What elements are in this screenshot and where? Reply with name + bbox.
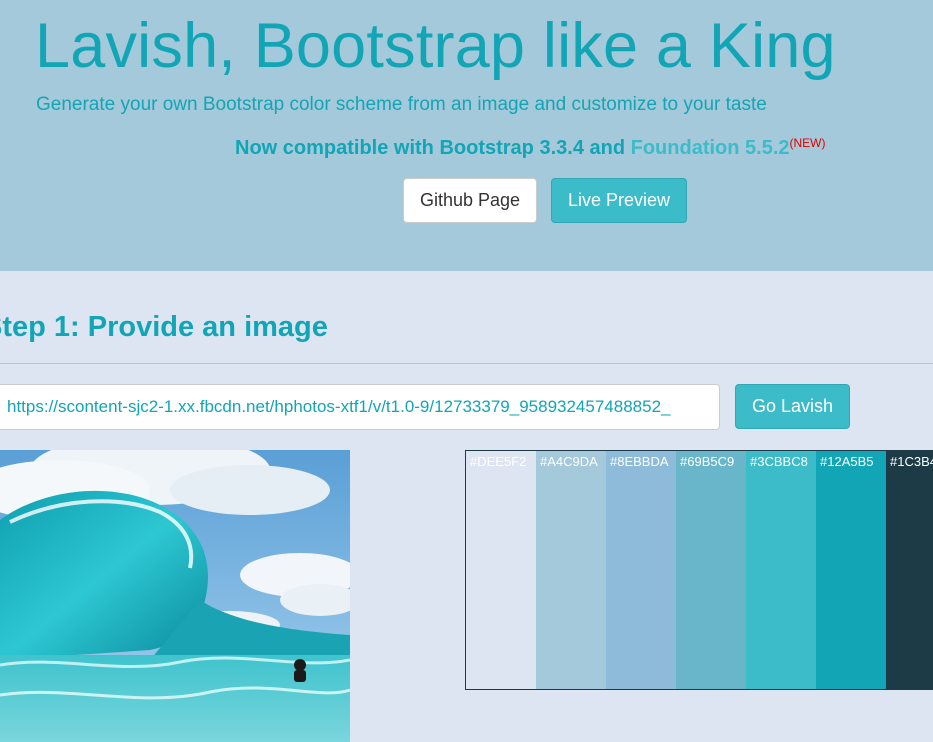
palette-swatch[interactable]: #1C3B47 xyxy=(886,451,933,689)
hero-banner: Lavish, Bootstrap like a King Generate y… xyxy=(0,0,933,271)
github-page-button[interactable]: Github Page xyxy=(403,178,537,223)
step-1-heading: Step 1: Provide an image xyxy=(0,311,328,343)
image-url-input[interactable] xyxy=(0,384,720,430)
compat-text: Now compatible with Bootstrap 3.3.4 and xyxy=(235,137,631,159)
page-subtitle: Generate your own Bootstrap color scheme… xyxy=(36,94,767,115)
new-badge: (NEW) xyxy=(789,136,826,150)
palette-swatch[interactable]: #69B5C9 xyxy=(676,451,746,689)
palette-swatch[interactable]: #A4C9DA xyxy=(536,451,606,689)
section-divider xyxy=(0,363,933,364)
swatch-hex-label: #DEE5F2 xyxy=(470,454,527,469)
go-lavish-button[interactable]: Go Lavish xyxy=(735,384,850,429)
palette-swatch[interactable]: #DEE5F2 xyxy=(466,451,536,689)
palette-swatch[interactable]: #3CBBC8 xyxy=(746,451,816,689)
source-image-wave xyxy=(0,450,350,742)
swatch-hex-label: #3CBBC8 xyxy=(750,454,808,469)
color-palette: #DEE5F2 #A4C9DA #8EBBDA #69B5C9 #3CBBC8 #12A5… xyxy=(465,450,933,690)
page-title: Lavish, Bootstrap like a King xyxy=(35,11,836,81)
foundation-link[interactable]: Foundation 5.5.2 xyxy=(631,137,790,159)
swatch-hex-label: #1C3B47 xyxy=(890,454,933,469)
swatch-hex-label: #12A5B5 xyxy=(820,454,874,469)
palette-swatch[interactable]: #8EBBDA xyxy=(606,451,676,689)
swatch-hex-label: #8EBBDA xyxy=(610,454,669,469)
swatch-hex-label: #A4C9DA xyxy=(540,454,598,469)
palette-swatch[interactable]: #12A5B5 xyxy=(816,451,886,689)
live-preview-button[interactable]: Live Preview xyxy=(551,178,687,223)
compatibility-note: Now compatible with Bootstrap 3.3.4 and … xyxy=(235,136,826,160)
swatch-hex-label: #69B5C9 xyxy=(680,454,735,469)
